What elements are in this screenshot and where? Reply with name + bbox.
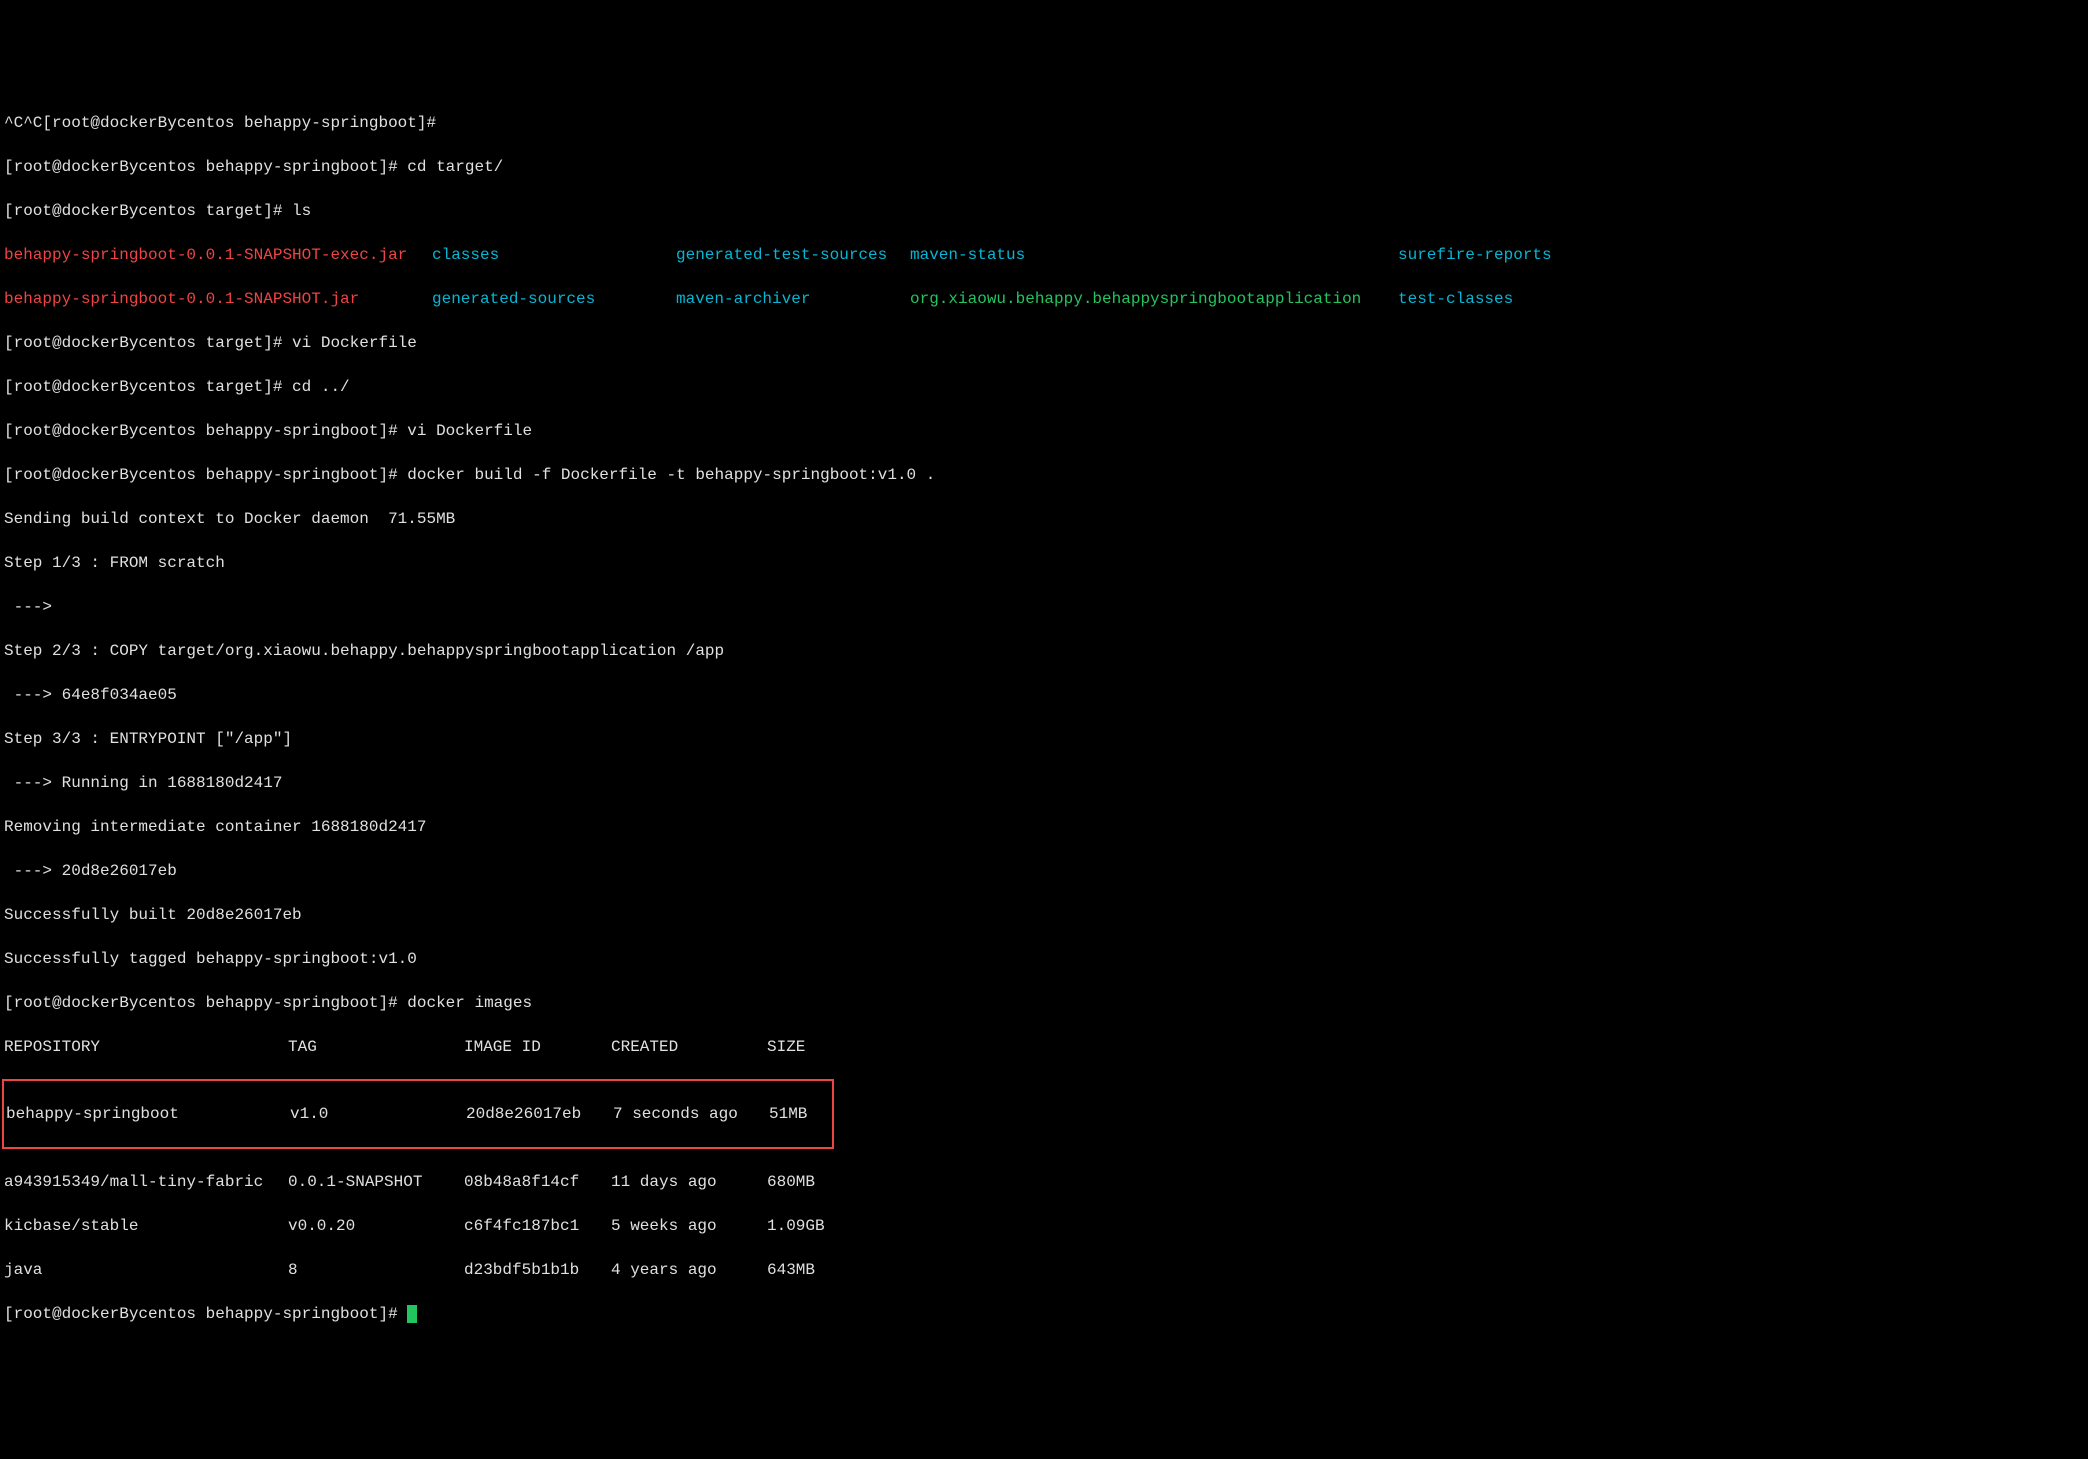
output-line: [root@dockerBycentos target]# cd ../	[4, 376, 2084, 398]
command-text: cd ../	[292, 378, 350, 396]
cell-size: 51MB	[769, 1103, 807, 1125]
output-line: ---> 64e8f034ae05	[4, 684, 2084, 706]
shell-prompt: [root@dockerBycentos behappy-springboot]…	[4, 466, 407, 484]
col-imageid: IMAGE ID	[464, 1036, 611, 1058]
output-line: [root@dockerBycentos behappy-springboot]…	[4, 992, 2084, 1014]
table-row: behappy-springbootv1.020d8e26017eb7 seco…	[6, 1103, 832, 1125]
output-line: ^C^C[root@dockerBycentos behappy-springb…	[4, 112, 2084, 134]
cell-repo: a943915349/mall-tiny-fabric	[4, 1171, 288, 1193]
cell-created: 4 years ago	[611, 1259, 767, 1281]
cell-tag: 0.0.1-SNAPSHOT	[288, 1171, 464, 1193]
dir-surefire: surefire-reports	[1398, 244, 1552, 266]
dir-mavenarch: maven-archiver	[676, 288, 910, 310]
table-header: REPOSITORYTAGIMAGE IDCREATEDSIZE	[4, 1036, 2084, 1058]
cell-repo: java	[4, 1259, 288, 1281]
command-text: docker build -f Dockerfile -t behappy-sp…	[407, 466, 935, 484]
output-line: [root@dockerBycentos target]# ls	[4, 200, 2084, 222]
output-line: [root@dockerBycentos behappy-springboot]…	[4, 420, 2084, 442]
command-text: cd target/	[407, 158, 503, 176]
cell-repo: behappy-springboot	[6, 1103, 290, 1125]
output-line: Sending build context to Docker daemon 7…	[4, 508, 2084, 530]
command-input-line[interactable]: [root@dockerBycentos behappy-springboot]…	[4, 1303, 2084, 1325]
cell-size: 643MB	[767, 1259, 815, 1281]
highlighted-row-box: behappy-springbootv1.020d8e26017eb7 seco…	[2, 1079, 834, 1149]
output-line: Step 3/3 : ENTRYPOINT ["/app"]	[4, 728, 2084, 750]
shell-prompt: [root@dockerBycentos behappy-springboot]…	[4, 422, 407, 440]
col-tag: TAG	[288, 1036, 464, 1058]
output-line: Successfully tagged behappy-springboot:v…	[4, 948, 2084, 970]
shell-prompt: [root@dockerBycentos target]#	[4, 378, 292, 396]
cell-size: 1.09GB	[767, 1215, 825, 1237]
ls-row: behappy-springboot-0.0.1-SNAPSHOT-exec.j…	[4, 244, 2084, 266]
output-line: Successfully built 20d8e26017eb	[4, 904, 2084, 926]
cell-id: d23bdf5b1b1b	[464, 1259, 611, 1281]
file-jar: behappy-springboot-0.0.1-SNAPSHOT-exec.j…	[4, 244, 432, 266]
cell-tag: 8	[288, 1259, 464, 1281]
output-line: ---> Running in 1688180d2417	[4, 772, 2084, 794]
dir-gensources: generated-sources	[432, 288, 676, 310]
shell-prompt: [root@dockerBycentos behappy-springboot]…	[4, 1305, 407, 1323]
cell-id: 08b48a8f14cf	[464, 1171, 611, 1193]
cell-created: 7 seconds ago	[613, 1103, 769, 1125]
output-line: Step 2/3 : COPY target/org.xiaowu.behapp…	[4, 640, 2084, 662]
table-row: a943915349/mall-tiny-fabric0.0.1-SNAPSHO…	[4, 1171, 2084, 1193]
file-jar: behappy-springboot-0.0.1-SNAPSHOT.jar	[4, 288, 432, 310]
file-native: org.xiaowu.behappy.behappyspringbootappl…	[910, 288, 1398, 310]
shell-prompt: [root@dockerBycentos behappy-springboot]…	[4, 158, 407, 176]
cursor-icon	[407, 1305, 417, 1323]
cell-id: 20d8e26017eb	[466, 1103, 613, 1125]
shell-prompt: [root@dockerBycentos target]#	[4, 334, 292, 352]
dir-mavenstatus: maven-status	[910, 244, 1398, 266]
dir-testclasses: test-classes	[1398, 288, 1513, 310]
command-text: vi Dockerfile	[292, 334, 417, 352]
table-row: java8d23bdf5b1b1b4 years ago643MB	[4, 1259, 2084, 1281]
command-text: vi Dockerfile	[407, 422, 532, 440]
col-size: SIZE	[767, 1036, 805, 1058]
output-line: Removing intermediate container 1688180d…	[4, 816, 2084, 838]
command-text: ls	[292, 202, 311, 220]
shell-prompt: [root@dockerBycentos target]#	[4, 202, 292, 220]
output-line: [root@dockerBycentos target]# vi Dockerf…	[4, 332, 2084, 354]
cell-size: 680MB	[767, 1171, 815, 1193]
command-text: docker images	[407, 994, 532, 1012]
dir-gentest: generated-test-sources	[676, 244, 910, 266]
dir-classes: classes	[432, 244, 676, 266]
output-line: [root@dockerBycentos behappy-springboot]…	[4, 156, 2084, 178]
output-line: ---> 20d8e26017eb	[4, 860, 2084, 882]
cell-created: 11 days ago	[611, 1171, 767, 1193]
output-line: Step 1/3 : FROM scratch	[4, 552, 2084, 574]
col-created: CREATED	[611, 1036, 767, 1058]
cell-repo: kicbase/stable	[4, 1215, 288, 1237]
output-line: [root@dockerBycentos behappy-springboot]…	[4, 464, 2084, 486]
col-repository: REPOSITORY	[4, 1036, 288, 1058]
terminal-output[interactable]: ^C^C[root@dockerBycentos behappy-springb…	[4, 90, 2084, 1347]
shell-prompt: [root@dockerBycentos behappy-springboot]…	[4, 994, 407, 1012]
output-line: --->	[4, 596, 2084, 618]
ls-row: behappy-springboot-0.0.1-SNAPSHOT.jargen…	[4, 288, 2084, 310]
cell-created: 5 weeks ago	[611, 1215, 767, 1237]
cell-tag: v0.0.20	[288, 1215, 464, 1237]
cell-tag: v1.0	[290, 1103, 466, 1125]
table-row: kicbase/stablev0.0.20c6f4fc187bc15 weeks…	[4, 1215, 2084, 1237]
cell-id: c6f4fc187bc1	[464, 1215, 611, 1237]
